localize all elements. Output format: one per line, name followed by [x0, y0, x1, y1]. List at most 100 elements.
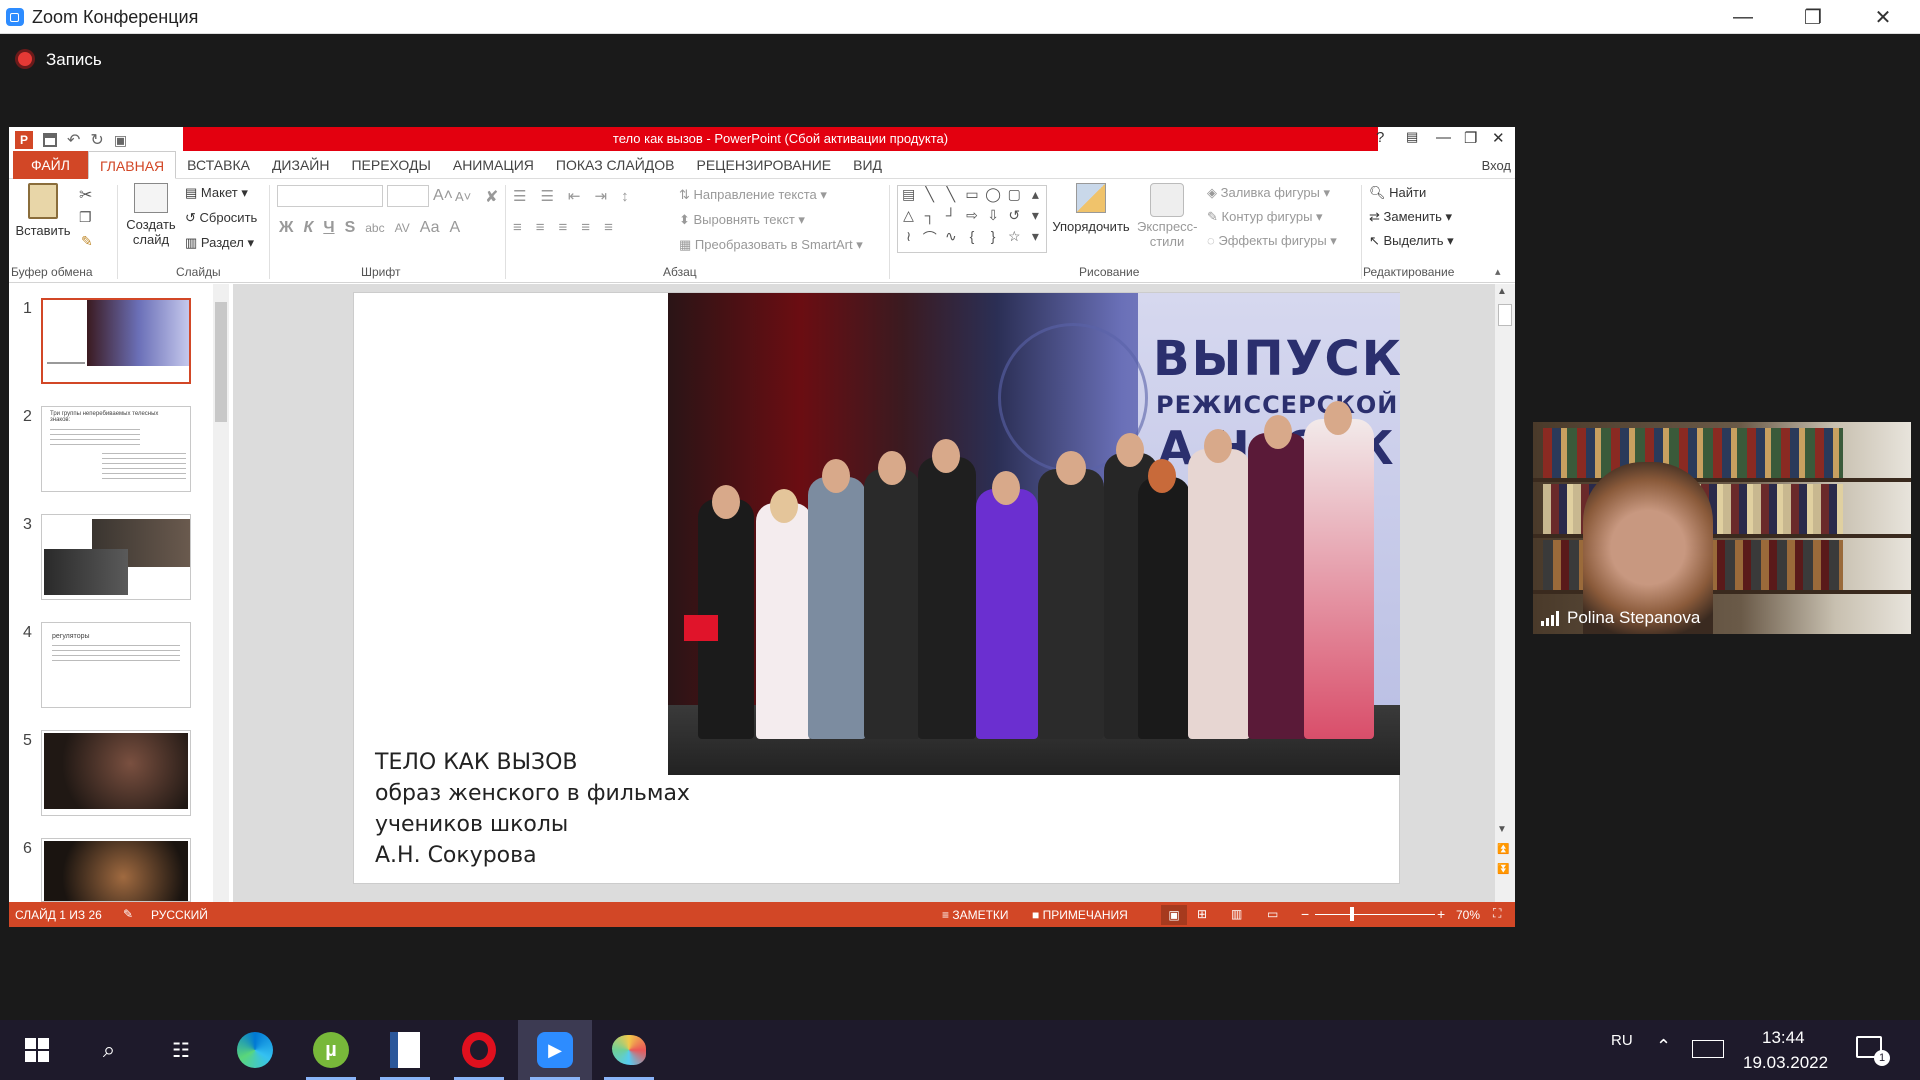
- align-left-icon[interactable]: ≡: [513, 219, 522, 236]
- opera-icon[interactable]: [442, 1020, 516, 1080]
- participant-video[interactable]: Polina Stepanova: [1533, 422, 1911, 634]
- line-shape-icon[interactable]: ╲: [919, 186, 940, 207]
- utorrent-icon[interactable]: µ: [294, 1020, 368, 1080]
- rounded-rect-shape-icon[interactable]: ▢: [1004, 186, 1025, 207]
- shadow-button[interactable]: abc: [365, 221, 384, 235]
- justify-icon[interactable]: ≡: [581, 219, 590, 236]
- decrease-indent-icon[interactable]: ⇤: [568, 187, 581, 205]
- triangle-shape-icon[interactable]: △: [898, 207, 919, 228]
- arc-shape-icon[interactable]: ⌒: [919, 228, 940, 252]
- slide-scrollbar[interactable]: ▲ ▼ ⏫ ⏬: [1495, 284, 1515, 902]
- tab-home[interactable]: ГЛАВНАЯ: [87, 150, 177, 179]
- elbow-arrow-shape-icon[interactable]: ┘: [940, 207, 961, 228]
- shape-fill-button[interactable]: ◈ Заливка фигуры ▾: [1207, 185, 1330, 201]
- notes-button[interactable]: ≡ ЗАМЕТКИ: [942, 908, 1009, 922]
- reading-view-icon[interactable]: ▥: [1231, 907, 1242, 921]
- comments-button[interactable]: ■ ПРИМЕЧАНИЯ: [1032, 908, 1128, 922]
- slide-title-text[interactable]: ТЕЛО КАК ВЫЗОВ образ женского в фильмах …: [375, 747, 690, 871]
- right-arrow-shape-icon[interactable]: ⇨: [961, 207, 982, 228]
- align-center-icon[interactable]: ≡: [536, 219, 545, 236]
- grow-font-icon[interactable]: A˄: [433, 187, 453, 205]
- tab-design[interactable]: ДИЗАЙН: [261, 151, 341, 179]
- gallery-down-icon[interactable]: ▾: [1025, 207, 1046, 228]
- zoom-taskbar-icon[interactable]: ▶: [518, 1020, 592, 1080]
- tab-review[interactable]: РЕЦЕНЗИРОВАНИЕ: [685, 151, 842, 179]
- notification-icon[interactable]: 1: [1856, 1036, 1890, 1066]
- brace-right-shape-icon[interactable]: }: [983, 228, 1004, 252]
- undo-icon[interactable]: ↶: [67, 130, 80, 150]
- font-color-button[interactable]: A: [449, 219, 460, 237]
- collapse-ribbon-icon[interactable]: ▴: [1495, 265, 1501, 278]
- underline-button[interactable]: Ч: [323, 219, 334, 237]
- word-doc-icon[interactable]: [368, 1020, 442, 1080]
- shrink-font-icon[interactable]: A˅: [455, 189, 471, 204]
- fit-to-window-icon[interactable]: ⛶: [1493, 906, 1501, 921]
- reset-button[interactable]: ↺ Сбросить: [185, 210, 257, 226]
- help-button[interactable]: ?: [1376, 129, 1384, 146]
- line-shape-icon[interactable]: ╲: [940, 186, 961, 207]
- paint-icon[interactable]: [592, 1020, 666, 1080]
- columns-icon[interactable]: ≡: [604, 219, 613, 236]
- thumbnails-scrollbar[interactable]: [213, 284, 229, 902]
- task-view-icon[interactable]: ☷: [144, 1020, 218, 1080]
- text-direction-button[interactable]: ⇅ Направление текста ▾: [679, 187, 827, 203]
- ribbon-display-icon[interactable]: ▤: [1406, 129, 1418, 145]
- shape-outline-button[interactable]: ✎ Контур фигуры ▾: [1207, 209, 1323, 225]
- align-right-icon[interactable]: ≡: [559, 219, 568, 236]
- slide-sorter-icon[interactable]: ⊞: [1197, 907, 1207, 921]
- spellcheck-icon[interactable]: ✎: [123, 907, 133, 921]
- arrange-button[interactable]: Упорядочить: [1049, 183, 1133, 234]
- normal-view-icon[interactable]: ▣: [1161, 905, 1187, 925]
- brace-left-shape-icon[interactable]: {: [961, 228, 982, 252]
- tab-animation[interactable]: АНИМАЦИЯ: [442, 151, 545, 179]
- bold-button[interactable]: Ж: [279, 219, 293, 237]
- tab-transitions[interactable]: ПЕРЕХОДЫ: [340, 151, 441, 179]
- redo-icon[interactable]: ↻: [90, 130, 103, 150]
- font-name-dropdown[interactable]: [277, 185, 383, 207]
- clock-date[interactable]: 19.03.2022: [1743, 1053, 1828, 1073]
- copy-icon[interactable]: ❐: [79, 209, 92, 226]
- tray-chevron-icon[interactable]: ⌃: [1656, 1036, 1671, 1057]
- edge-icon[interactable]: [218, 1020, 292, 1080]
- zoom-in-icon[interactable]: +: [1437, 906, 1445, 922]
- clock-time[interactable]: 13:44: [1762, 1028, 1805, 1048]
- save-icon[interactable]: [43, 133, 57, 147]
- keyboard-icon[interactable]: [1692, 1040, 1724, 1058]
- signin-link[interactable]: Вход: [1482, 158, 1511, 173]
- recording-indicator[interactable]: Запись: [18, 50, 102, 70]
- zoom-out-icon[interactable]: −: [1301, 906, 1309, 922]
- gallery-more-icon[interactable]: ▾: [1025, 228, 1046, 252]
- line-spacing-icon[interactable]: ↕: [621, 188, 629, 205]
- paste-button[interactable]: Вставить: [15, 183, 71, 238]
- next-slide-icon[interactable]: ⏬: [1497, 864, 1509, 875]
- oval-shape-icon[interactable]: ◯: [983, 186, 1004, 207]
- layout-button[interactable]: ▤ Макет ▾: [185, 185, 248, 201]
- zoom-slider-track[interactable]: [1315, 914, 1435, 915]
- format-painter-icon[interactable]: ✎: [81, 233, 93, 250]
- quick-styles-button[interactable]: Экспресс- стили: [1137, 183, 1198, 249]
- zoom-slider-thumb[interactable]: [1350, 907, 1354, 921]
- slide-thumbnail-2[interactable]: Три группы неперебиваемых телесных знако…: [41, 406, 191, 492]
- tab-insert[interactable]: ВСТАВКА: [176, 151, 261, 179]
- scroll-up-icon[interactable]: ▲: [1497, 286, 1507, 297]
- scrollbar-thumb[interactable]: [1498, 304, 1512, 326]
- close-button[interactable]: ✕: [1848, 0, 1918, 34]
- wave-shape-icon[interactable]: ∿: [940, 228, 961, 252]
- start-button[interactable]: [0, 1020, 74, 1080]
- zoom-level[interactable]: 70%: [1456, 908, 1480, 922]
- slide-thumbnail-4[interactable]: регуляторы: [41, 622, 191, 708]
- case-button[interactable]: Аа: [420, 219, 440, 237]
- textbox-shape-icon[interactable]: ▤: [898, 186, 919, 207]
- align-text-button[interactable]: ⬍ Выровнять текст ▾: [679, 212, 805, 228]
- clear-format-icon[interactable]: ✘: [485, 187, 498, 207]
- strikethrough-button[interactable]: S: [345, 219, 356, 237]
- input-language[interactable]: RU: [1611, 1032, 1633, 1049]
- scrollbar-thumb[interactable]: [215, 302, 227, 422]
- down-arrow-shape-icon[interactable]: ⇩: [983, 207, 1004, 228]
- maximize-button[interactable]: ❐: [1778, 0, 1848, 34]
- numbering-icon[interactable]: ☰: [540, 187, 553, 205]
- slide-photo[interactable]: ВЫПУСК РЕЖИССЕРСКОЙ А.Н. СОК: [668, 293, 1400, 775]
- cut-icon[interactable]: ✂: [79, 185, 92, 205]
- select-button[interactable]: ↖ Выделить ▾: [1369, 233, 1454, 249]
- font-size-dropdown[interactable]: [387, 185, 429, 207]
